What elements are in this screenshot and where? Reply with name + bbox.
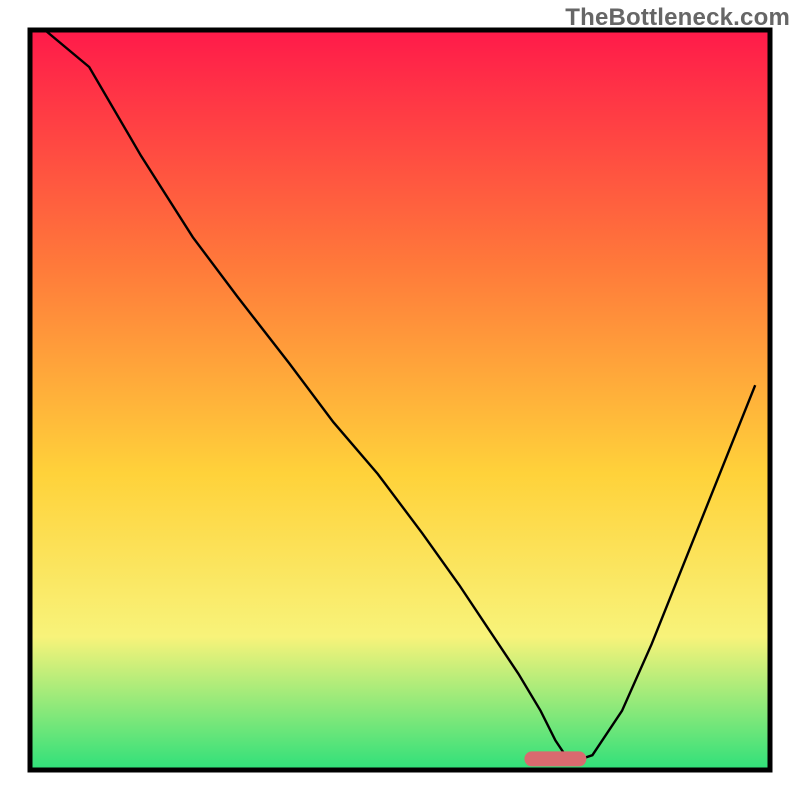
bottleneck-chart: TheBottleneck.com (0, 0, 800, 800)
plot-background (30, 30, 770, 770)
optimal-marker (524, 751, 586, 766)
chart-svg (0, 0, 800, 800)
attribution-watermark: TheBottleneck.com (565, 4, 790, 32)
